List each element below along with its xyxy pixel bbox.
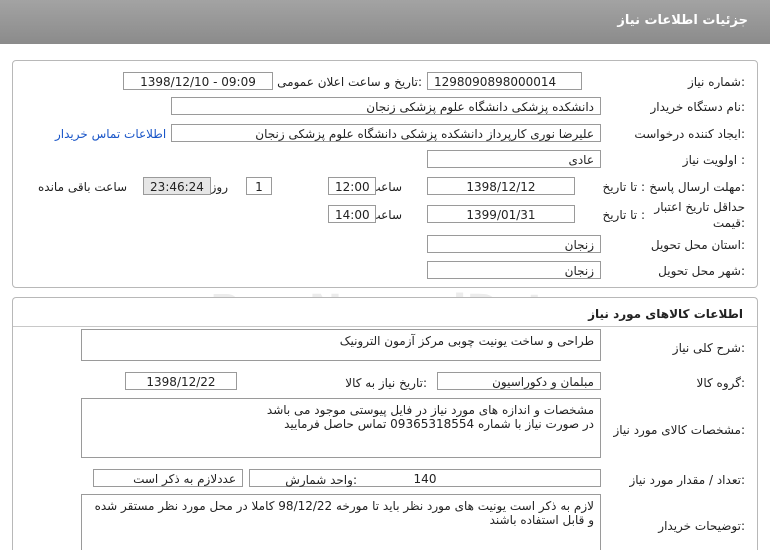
city-field: زنجان (427, 261, 601, 279)
qty-label: تعداد / مقدار مورد نیاز: (629, 473, 745, 487)
need-date-label: تاریخ نیاز به کالا: (345, 376, 427, 390)
spec-line-1: مشخصات و اندازه های مورد نیاز در فایل پی… (266, 403, 594, 417)
unit-field: عددلازم به ذکر است (93, 469, 243, 487)
buyer-field: دانشکده پزشکی دانشگاه علوم پزشکی زنجان (171, 97, 601, 115)
need-number-label: شماره نیاز: (687, 75, 745, 89)
announce-label: تاریخ و ساعت اعلان عمومی: (277, 75, 422, 89)
spec-field: مشخصات و اندازه های مورد نیاز در فایل پی… (81, 398, 601, 458)
need-date-field: 1398/12/22 (125, 372, 237, 390)
page-title: جزئیات اطلاعات نیاز (617, 13, 748, 28)
validity-date-field: 1399/01/31 (427, 205, 575, 223)
deadline-to-date-label: تا تاریخ : (602, 180, 645, 194)
goods-section-title: اطلاعات کالاهای مورد نیاز (588, 307, 743, 321)
validity-label-1: حداقل تاریخ اعتبار (654, 200, 745, 214)
priority-field: عادی (427, 150, 601, 168)
unit-label: واحد شمارش: (285, 473, 357, 487)
province-label: استان محل تحویل: (650, 238, 745, 252)
validity-label-2: قیمت: (712, 216, 745, 230)
goods-info-panel: اطلاعات کالاهای مورد نیاز شرح کلی نیاز: … (12, 297, 758, 550)
city-label: شهر محل تحویل: (658, 264, 745, 278)
desc-field: طراحی و ساخت یونیت چوبی مرکز آزمون الترو… (81, 329, 601, 361)
province-field: زنجان (427, 235, 601, 253)
creator-label: ایجاد کننده درخواست: (634, 127, 745, 141)
notes-label: توضیحات خریدار: (658, 519, 745, 533)
buyer-contact-link[interactable]: اطلاعات تماس خریدار (55, 127, 166, 141)
notes-field: لازم به ذکر است یونیت های مورد نظر باید … (81, 494, 601, 550)
validity-to-date-label: تا تاریخ : (602, 208, 645, 222)
group-label: گروه کالا: (696, 376, 746, 390)
title-bar: جزئیات اطلاعات نیاز (0, 0, 770, 44)
remaining-time-field: 23:46:24 (143, 177, 211, 195)
deadline-date-field: 1398/12/12 (427, 177, 575, 195)
deadline-label: مهلت ارسال پاسخ: (649, 180, 745, 194)
creator-field: علیرضا نوری کارپرداز دانشکده پزشکی دانشگ… (171, 124, 601, 142)
desc-label: شرح کلی نیاز: (672, 341, 745, 355)
days-field: 1 (246, 177, 272, 195)
need-number-field: 1298090898000014 (427, 72, 582, 90)
validity-time-field: 14:00 (328, 205, 376, 223)
announce-field: 1398/12/10 - 09:09 (123, 72, 273, 90)
remaining-label: ساعت باقی مانده (38, 180, 128, 194)
need-info-panel: شماره نیاز: 1298090898000014 تاریخ و ساع… (12, 60, 758, 288)
deadline-time-field: 12:00 (328, 177, 376, 195)
group-field: مبلمان و دکوراسیون (437, 372, 601, 390)
priority-label: اولویت نیاز : (682, 153, 745, 167)
section-divider (13, 326, 757, 327)
spec-label: مشخصات کالای مورد نیاز: (613, 423, 745, 437)
spec-line-2: در صورت نیاز با شماره 09365318554 تماس ح… (284, 417, 594, 431)
buyer-label: نام دستگاه خریدار: (650, 100, 746, 114)
